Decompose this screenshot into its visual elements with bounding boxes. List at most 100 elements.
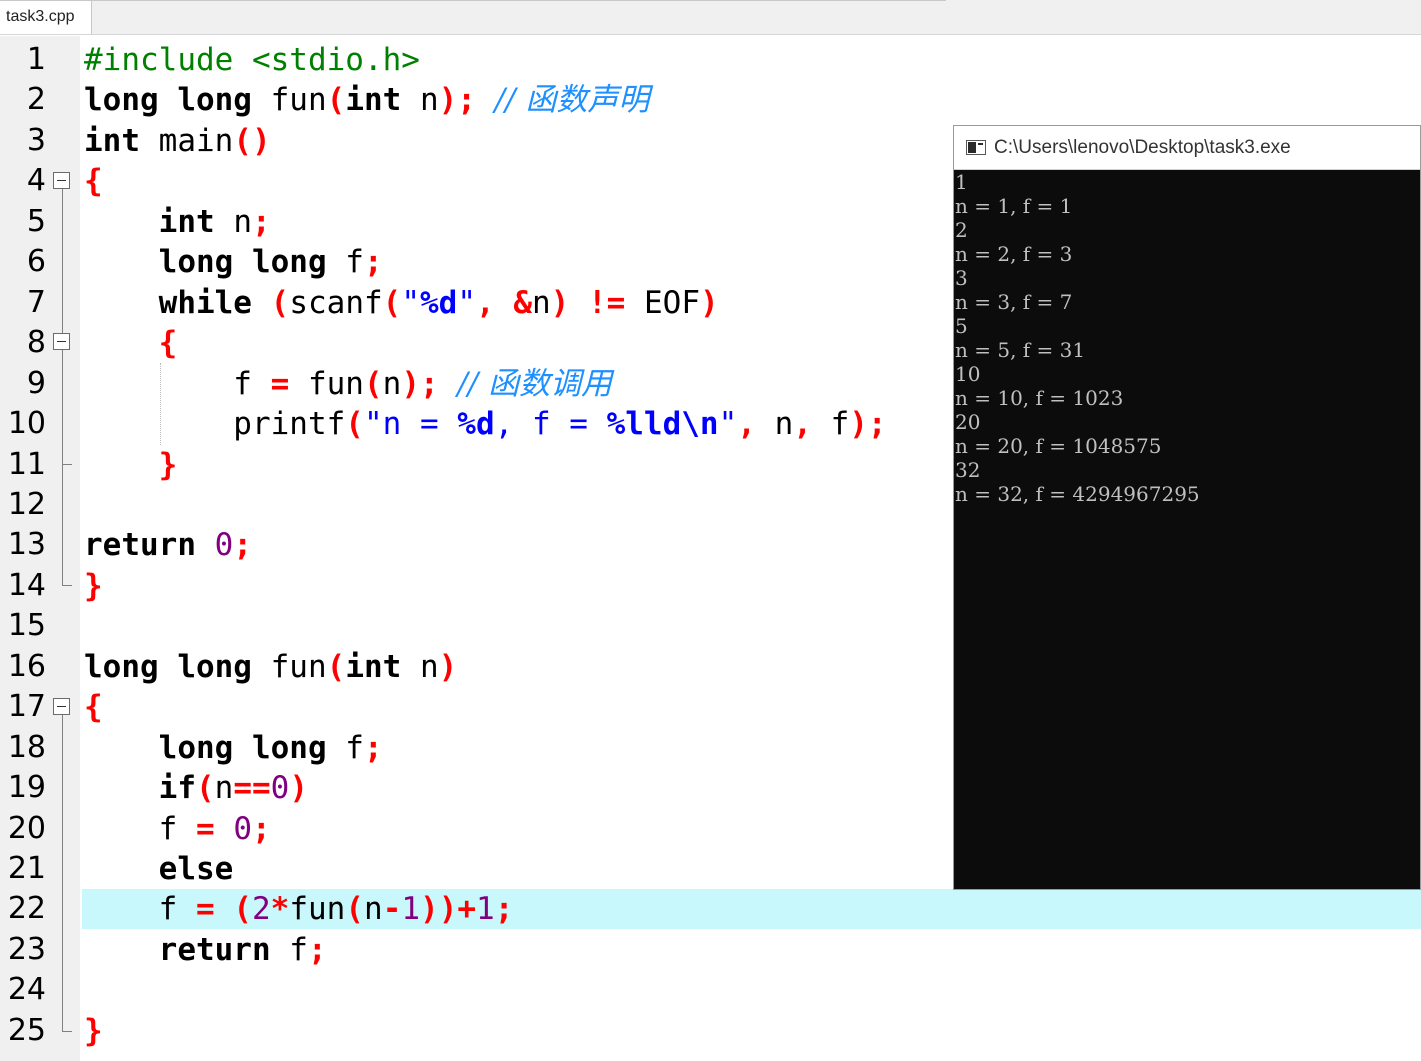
code-token: ; [363,244,383,281]
code-token: ; [233,527,252,564]
code-token: %lld\n [606,406,719,443]
code-token: , f = [494,406,607,443]
line-number: 24 [7,972,46,1008]
code-line[interactable]: 22 f = (2*fun(n-1))+1; [0,889,1421,929]
code-token: ( [195,770,215,807]
console-line: n = 20, f = 1048575 [955,434,1162,458]
fold-end-main [62,585,72,586]
code-line[interactable]: 1 #include <stdio.h> [0,40,1421,80]
line-number: 2 [26,82,46,118]
console-line: 1 [955,170,968,194]
code-token: %d [420,284,458,321]
code-token: %d [457,406,495,443]
fold-toggle-while-icon[interactable] [53,333,70,350]
code-text: } [84,566,103,606]
console-window[interactable]: C:\Users\lenovo\Desktop\task3.exe 1n = 1… [953,125,1421,890]
code-token: == [233,770,271,807]
code-text: else [84,849,234,889]
code-token: ))+ [420,891,477,928]
code-token: , & [476,284,532,321]
console-line: n = 3, f = 7 [955,290,1073,314]
code-token: { [84,689,103,726]
code-token: 2 [252,891,271,928]
tab-bar: task3.cpp [0,0,1421,35]
line-number: 17 [7,689,46,725]
fold-toggle-fun-icon[interactable] [53,698,70,715]
fold-end-while [62,464,72,465]
console-line: 20 [955,410,981,434]
console-line: n = 2, f = 3 [955,242,1073,266]
code-token: n [214,770,234,807]
line-number: 25 [7,1012,46,1048]
code-token: { [84,163,103,200]
code-token: != [588,284,626,321]
code-token: 0 [270,770,290,807]
line-number: 22 [7,891,46,927]
line-number: 6 [26,244,46,280]
code-token: , [793,406,812,443]
line-number: 5 [26,203,46,239]
code-token: #include <stdio.h> [84,42,420,78]
code-text: long long f; [84,728,383,768]
line-number: 16 [7,648,46,684]
code-token: fun [251,648,327,685]
code-text: { [84,323,178,363]
code-text: long long fun(int n) [84,647,457,687]
console-output: 1n = 1, f = 12n = 2, f = 33n = 3, f = 75… [954,170,1420,506]
code-token: = [270,365,290,402]
console-title-bar[interactable]: C:\Users\lenovo\Desktop\task3.exe [954,126,1420,170]
code-token: fun [289,891,346,928]
console-line: n = 1, f = 1 [955,194,1073,218]
code-token: } [84,1012,103,1049]
indent-guide [160,363,161,445]
code-token: 0 [233,810,252,847]
console-line: 32 [955,458,981,482]
console-title: C:\Users\lenovo\Desktop\task3.exe [994,137,1291,158]
line-number: 10 [7,406,46,442]
code-token: f [84,810,196,847]
code-token: n [401,82,439,119]
tab-task3-cpp[interactable]: task3.cpp [0,0,92,34]
code-token: n [364,891,383,928]
code-token: " [457,284,476,321]
code-token: f [84,891,196,928]
code-text: f = 0; [84,809,271,849]
console-line: 3 [955,266,968,290]
code-token: ); [401,365,439,402]
code-token: while [158,284,252,321]
code-token: main [140,122,234,159]
code-token: = [195,810,215,847]
line-number: 14 [7,567,46,603]
code-line[interactable]: 24 [0,970,1421,1010]
code-token: ; [252,810,271,847]
console-line: n = 32, f = 4294967295 [955,482,1200,506]
code-text: long long f; [84,242,383,282]
code-token: ; [494,891,514,928]
code-token: } [158,446,178,483]
line-number: 21 [7,851,46,886]
line-number: 13 [7,527,46,563]
code-line[interactable]: 23 return f; [0,930,1421,970]
line-number: 19 [7,770,46,806]
code-token: ( [233,891,252,928]
code-token: "n = [363,406,458,443]
code-line[interactable]: 25} [0,1011,1421,1051]
code-token: int [158,203,215,240]
code-text: if(n==0) [84,768,308,808]
code-token: ( [326,648,346,685]
code-token: - [382,891,402,928]
code-token: ) [550,284,570,321]
code-token: int [345,82,402,119]
fold-toggle-main-icon[interactable] [53,172,70,189]
code-token: } [84,567,103,604]
code-line[interactable]: 2 long long fun(int n); // 函数声明 [0,80,1421,120]
